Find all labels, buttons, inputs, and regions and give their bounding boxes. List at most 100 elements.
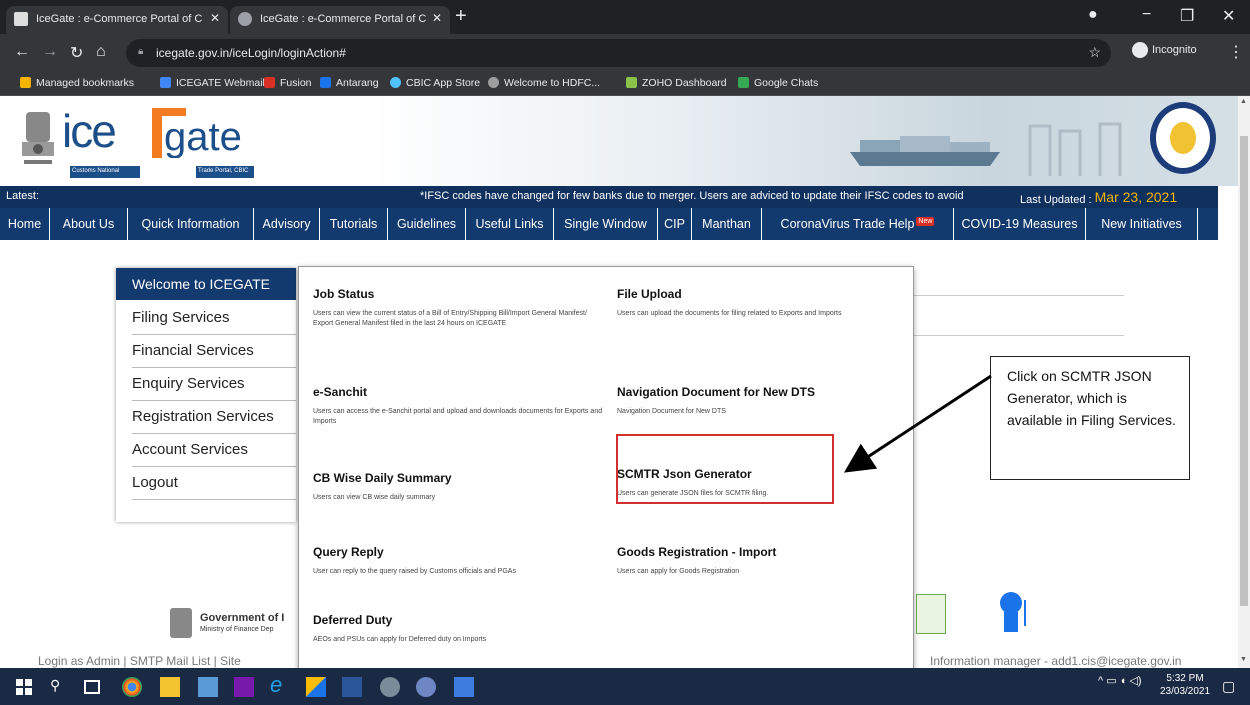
bookmark-hdfc[interactable]: Welcome to HDFC... (488, 77, 600, 89)
submenu-item-file-upload[interactable]: File Upload Users can upload the documen… (617, 287, 907, 319)
file-explorer-icon[interactable] (160, 677, 180, 697)
emblem-icon (170, 608, 192, 638)
nav-covid-19-measures[interactable]: COVID-19 Measures (954, 208, 1086, 240)
windows-start-icon[interactable] (14, 677, 34, 697)
nav-coronavirus-trade-help[interactable]: CoronaVirus Trade Help New (762, 208, 954, 240)
internet-explorer-icon[interactable]: e (270, 672, 290, 697)
teams-icon[interactable] (198, 677, 218, 697)
chrome-icon[interactable] (122, 677, 142, 697)
ticker-message[interactable]: *IFSC codes have changed for few banks d… (420, 190, 964, 202)
forward-icon[interactable]: → (42, 43, 58, 61)
nav-label: CoronaVirus Trade Help (780, 217, 915, 231)
nav-quick-information[interactable]: Quick Information (128, 208, 254, 240)
bookmark-antarang[interactable]: Antarang (320, 77, 379, 89)
bookmark-label: ZOHO Dashboard (642, 77, 727, 89)
bookmark-cbic-app-store[interactable]: CBIC App Store (390, 77, 480, 89)
nav-useful-links[interactable]: Useful Links (466, 208, 554, 240)
menu-filing-services[interactable]: Filing Services (132, 302, 296, 335)
scroll-down-icon[interactable]: ▼ (1240, 656, 1247, 663)
submenu-item-query-reply[interactable]: Query Reply User can reply to the query … (313, 545, 603, 577)
browser-tab-strip: IceGate : e-Commerce Portal of C ✕ IceGa… (0, 0, 1250, 34)
filing-services-submenu: Job Status Users can view the current st… (298, 266, 914, 668)
restore-icon[interactable]: ❐ (1180, 6, 1194, 26)
incognito-profile[interactable]: Incognito (1132, 42, 1197, 58)
bookmark-star-icon[interactable]: ☆ (1088, 44, 1101, 61)
annotation-arrow (843, 374, 992, 473)
nav-advisory[interactable]: Advisory (254, 208, 320, 240)
nav-single-window[interactable]: Single Window (554, 208, 658, 240)
browser-menu-icon[interactable]: ⋮ (1228, 42, 1244, 62)
bookmark-managed[interactable]: Managed bookmarks (20, 77, 134, 89)
digital-india-logo (916, 594, 946, 634)
minimize-icon[interactable]: − (1142, 6, 1151, 24)
nav-about-us[interactable]: About Us (50, 208, 128, 240)
menu-account-services[interactable]: Account Services (132, 434, 296, 467)
submenu-item-title: e-Sanchit (313, 385, 368, 399)
menu-logout[interactable]: Logout (132, 467, 296, 500)
bookmark-zoho[interactable]: ZOHO Dashboard (626, 77, 727, 89)
fusion-icon (264, 77, 275, 88)
scroll-up-icon[interactable]: ▲ (1240, 98, 1247, 105)
bookmark-label: Google Chats (754, 77, 819, 89)
last-updated: Last Updated : Mar 23, 2021 (1020, 189, 1178, 206)
snipping-tool-icon[interactable] (380, 677, 400, 697)
browser-tab-active[interactable]: IceGate : e-Commerce Portal of C ✕ (230, 6, 450, 34)
onenote-icon[interactable] (234, 677, 254, 697)
new-tab-button[interactable]: + (455, 5, 467, 28)
submenu-item-description: User can reply to the query raised by Cu… (313, 568, 516, 575)
last-updated-date: Mar 23, 2021 (1094, 189, 1178, 205)
sticky-app-icon[interactable] (306, 677, 326, 697)
menu-financial-services[interactable]: Financial Services (132, 335, 296, 368)
submenu-item-job-status[interactable]: Job Status Users can view the current st… (313, 287, 603, 329)
taskbar-clock[interactable]: 5:32 PM 23/03/2021 (1160, 672, 1210, 698)
tab-close-icon[interactable]: ✕ (210, 11, 220, 25)
gov-name: Government of I (200, 612, 285, 624)
menu-enquiry-services[interactable]: Enquiry Services (132, 368, 296, 401)
nav-new-initiatives[interactable]: New Initiatives (1086, 208, 1198, 240)
nav-tutorials[interactable]: Tutorials (320, 208, 388, 240)
system-tray[interactable]: ^ ▭ ◖ ◁) (1098, 674, 1142, 687)
footer-contact-text[interactable]: Information manager - add1.cis@icegate.g… (930, 654, 1181, 668)
back-icon[interactable]: ← (14, 43, 30, 61)
bookmark-label: CBIC App Store (406, 77, 481, 89)
bookmark-icegate-webmail[interactable]: ICEGATE Webmail (160, 77, 265, 89)
submenu-item-e-sanchit[interactable]: e-Sanchit Users can access the e-Sanchit… (313, 385, 603, 427)
nav-cip[interactable]: CIP (658, 208, 692, 240)
address-bar[interactable]: 🔒︎ icegate.gov.in/iceLogin/loginAction# … (126, 39, 1111, 67)
bookmark-fusion[interactable]: Fusion (264, 77, 312, 89)
services-menu-header: Welcome to ICEGATE (116, 268, 296, 300)
bookmark-label: Fusion (280, 77, 312, 89)
highlight-box (616, 434, 834, 504)
nav-manthan[interactable]: Manthan (692, 208, 762, 240)
menu-registration-services[interactable]: Registration Services (132, 401, 296, 434)
notifications-icon[interactable]: ▢ (1222, 678, 1235, 695)
tab-close-icon[interactable]: ✕ (432, 11, 442, 25)
submenu-item-goods-registration-import[interactable]: Goods Registration - Import Users can ap… (617, 545, 907, 577)
nav-home[interactable]: Home (0, 208, 50, 240)
scrollbar-thumb[interactable] (1240, 136, 1248, 606)
footer-links: Login as Admin | SMTP Mail List | Site I… (0, 654, 1238, 668)
page-scrollbar[interactable]: ▲ ▼ (1238, 96, 1250, 668)
word-icon[interactable] (342, 677, 362, 697)
home-icon[interactable]: ⌂ (96, 43, 106, 61)
reload-icon[interactable]: ↻ (70, 43, 83, 63)
nav-guidelines[interactable]: Guidelines (388, 208, 466, 240)
browser-tab[interactable]: IceGate : e-Commerce Portal of C ✕ (6, 6, 228, 34)
submenu-item-description: Users can view CB wise daily summary (313, 494, 436, 501)
annotation-callout: Click on SCMTR JSON Generator, which is … (990, 356, 1190, 480)
submenu-item-deferred-duty[interactable]: Deferred Duty AEOs and PSUs can apply fo… (313, 613, 603, 645)
task-view-icon[interactable] (84, 680, 100, 694)
new-badge: New (916, 217, 935, 226)
clock-date: 23/03/2021 (1160, 686, 1211, 697)
footer-links-text[interactable]: Login as Admin | SMTP Mail List | Site (38, 654, 241, 668)
submenu-item-title: Query Reply (313, 545, 384, 559)
app-icon[interactable] (416, 677, 436, 697)
photos-icon[interactable] (454, 677, 474, 697)
bookmark-label: ICEGATE Webmail (176, 77, 265, 89)
app-store-icon (390, 77, 401, 88)
bookmark-google-chats[interactable]: Google Chats (738, 77, 818, 89)
submenu-item-description: AEOs and PSUs can apply for Deferred dut… (313, 636, 487, 643)
search-icon[interactable]: ⚲ (50, 677, 70, 697)
close-window-icon[interactable]: ✕ (1222, 6, 1235, 26)
submenu-item-cb-wise-daily-summary[interactable]: CB Wise Daily Summary Users can view CB … (313, 471, 603, 503)
